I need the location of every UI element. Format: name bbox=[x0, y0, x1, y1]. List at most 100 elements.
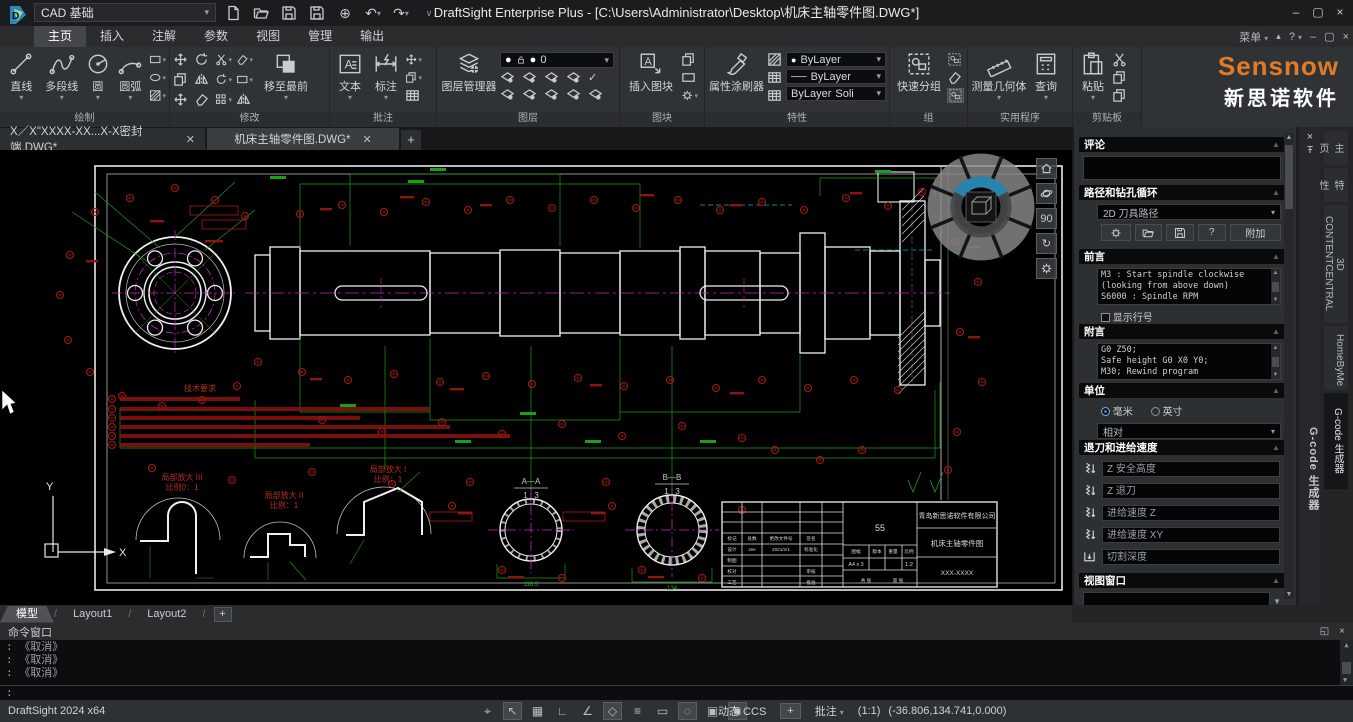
palette-tab-properties[interactable]: 特性 bbox=[1324, 168, 1348, 202]
table-tool-button[interactable] bbox=[405, 88, 422, 103]
open-file-button[interactable] bbox=[252, 4, 270, 22]
stretch-tool-button[interactable] bbox=[173, 52, 190, 67]
path-save-button[interactable] bbox=[1166, 224, 1194, 241]
property-painter-button[interactable]: 属性涂刷器 bbox=[708, 49, 765, 109]
minimize-button[interactable]: – bbox=[1285, 0, 1307, 26]
etrack-toggle-icon[interactable]: ≡ bbox=[628, 702, 647, 720]
insert-block-button[interactable]: 插入图块 bbox=[623, 49, 679, 109]
tab-parametric[interactable]: 参数 bbox=[190, 26, 242, 47]
feed-header[interactable]: 退刀和进给速度▲ bbox=[1079, 440, 1285, 455]
path-help-button[interactable]: ? bbox=[1198, 224, 1226, 241]
publish-button[interactable]: ⊕ bbox=[336, 4, 354, 22]
comments-input[interactable] bbox=[1083, 156, 1281, 180]
layer-thaw-button[interactable] bbox=[544, 87, 561, 102]
toolpath-dropdown[interactable]: 2D 刀具路径▾ bbox=[1097, 204, 1281, 220]
layer-show-button[interactable] bbox=[500, 87, 517, 102]
palette-tab-home[interactable]: 主页 bbox=[1324, 131, 1348, 165]
cut-button[interactable] bbox=[1112, 52, 1129, 67]
z-retract-input[interactable] bbox=[1102, 483, 1280, 499]
lineweight-combo[interactable]: ──ByLayer▾ bbox=[786, 69, 886, 84]
customize-toolbar-button[interactable]: ∨ bbox=[420, 4, 438, 22]
home-view-button[interactable] bbox=[1036, 158, 1057, 179]
layer-unlock-button[interactable] bbox=[566, 87, 583, 102]
polyline-tool-button[interactable]: 多段线▾ bbox=[42, 49, 82, 109]
coordinate-mode-dropdown[interactable]: 相对▾ bbox=[1097, 423, 1281, 439]
unit-inch-radio[interactable]: 英寸 bbox=[1151, 403, 1183, 418]
navigation-wheel[interactable] bbox=[930, 156, 1032, 258]
rotate-90-button[interactable]: 90 bbox=[1036, 208, 1057, 229]
postscript-textarea[interactable]: G0 Z50;Safe height G0 X0 Y0;M30; Rewind … bbox=[1097, 343, 1281, 380]
close-tab-icon[interactable]: ✕ bbox=[186, 133, 195, 146]
tab-annotate[interactable]: 注解 bbox=[138, 26, 190, 47]
define-block-button[interactable] bbox=[681, 52, 698, 67]
lineweight-icon[interactable] bbox=[767, 70, 784, 85]
bring-to-front-button[interactable]: 移至最前▾ bbox=[258, 49, 314, 109]
tab-insert[interactable]: 插入 bbox=[86, 26, 138, 47]
comments-header[interactable]: 评论▲ bbox=[1079, 137, 1285, 152]
unit-mm-radio[interactable]: 毫米 bbox=[1101, 403, 1133, 418]
grid-toggle-icon[interactable]: ▦ bbox=[528, 702, 547, 720]
palette-tab-homebyme[interactable]: HomeByMe bbox=[1324, 326, 1348, 390]
drawing-canvas[interactable]: 技术要求 局部放大 III 比例0：1 局部放大 II 比例：1 bbox=[0, 150, 1072, 605]
new-file-button[interactable] bbox=[224, 4, 242, 22]
hatch-tool-button[interactable]: ▾ bbox=[149, 88, 166, 103]
document-tab-2[interactable]: 机床主轴零件图.DWG*✕ bbox=[207, 128, 399, 150]
move-tool-button[interactable] bbox=[173, 92, 190, 107]
palette-tab-gcode[interactable]: G-code 生成器 bbox=[1324, 393, 1348, 489]
preamble-scrollbar[interactable]: ▲▼ bbox=[1271, 269, 1280, 304]
doc-restore-button[interactable]: ▢ bbox=[1324, 30, 1334, 43]
align-tool-button[interactable] bbox=[236, 92, 253, 107]
preamble-textarea[interactable]: M3 : Start spindle clockwise(looking fro… bbox=[1097, 268, 1281, 305]
layer-on-button[interactable]: ✓ bbox=[588, 70, 605, 85]
command-input[interactable]: : bbox=[0, 685, 1353, 700]
group-edit-button[interactable] bbox=[947, 70, 964, 85]
postscript-scrollbar[interactable]: ▲▼ bbox=[1271, 344, 1280, 379]
paste-button[interactable]: 粘贴▾ bbox=[1076, 49, 1110, 109]
path-open-button[interactable] bbox=[1135, 224, 1163, 241]
dynamic-ccs-button[interactable]: 动态 CCS bbox=[712, 702, 772, 720]
restore-button[interactable]: ▢ bbox=[1307, 0, 1329, 26]
layer-lock-button[interactable] bbox=[566, 70, 583, 85]
preamble-header[interactable]: 前言▲ bbox=[1079, 249, 1285, 264]
workspace-combo[interactable]: CAD 基础 ▾ bbox=[34, 3, 216, 22]
layer-combo[interactable]: ●● 0 ▾ bbox=[500, 52, 614, 68]
document-tab-1[interactable]: X／X"XXXX-XX...X-X密封端.DWG*✕ bbox=[0, 128, 205, 150]
rotate-view-button[interactable]: ↻ bbox=[1036, 233, 1057, 254]
leader-tool-button[interactable]: ▾ bbox=[405, 52, 422, 67]
command-float-icon[interactable]: ◱ bbox=[1320, 626, 1329, 637]
tab-view[interactable]: 视图 bbox=[242, 26, 294, 47]
linetype-icon[interactable] bbox=[767, 88, 784, 103]
linetype-combo[interactable]: ByLayerSoli▾ bbox=[786, 86, 886, 101]
layer-match-button[interactable] bbox=[588, 87, 605, 102]
polar-toggle-icon[interactable]: ∠ bbox=[578, 702, 597, 720]
lineweight-toggle-icon[interactable]: ▭ bbox=[653, 702, 672, 720]
ortho-toggle-icon[interactable]: ∟ bbox=[553, 702, 572, 720]
measure-geometry-button[interactable]: 测量几何体▾ bbox=[971, 49, 1027, 109]
new-sheet-button[interactable]: + bbox=[214, 607, 232, 622]
esnap-toggle-icon[interactable]: ◇ bbox=[603, 702, 622, 720]
layer-freeze-button[interactable] bbox=[544, 70, 561, 85]
collapse-ribbon-button[interactable]: ▴ bbox=[1276, 31, 1281, 42]
command-close-icon[interactable]: × bbox=[1339, 626, 1345, 637]
close-button[interactable]: × bbox=[1329, 0, 1351, 26]
circle-tool-button[interactable]: 圆▾ bbox=[84, 49, 112, 109]
redo-button[interactable]: ↷▾ bbox=[392, 4, 410, 22]
color-combo[interactable]: ●ByLayer▾ bbox=[786, 52, 886, 67]
mirror-tool-button[interactable] bbox=[194, 72, 211, 87]
select-toggle-icon[interactable]: ↖ bbox=[503, 702, 522, 720]
postscript-header[interactable]: 附言▲ bbox=[1079, 324, 1285, 339]
doc-minimize-button[interactable]: – bbox=[1310, 31, 1316, 43]
tab-manage[interactable]: 管理 bbox=[294, 26, 346, 47]
menu-dropdown[interactable]: 菜单 ▾ bbox=[1239, 29, 1268, 45]
dynamic-input-toggle-icon[interactable]: ◌ bbox=[678, 702, 697, 720]
orbit-view-button[interactable] bbox=[1036, 183, 1057, 204]
block-editor-button[interactable]: ▾ bbox=[681, 88, 698, 103]
save-as-button[interactable] bbox=[280, 4, 298, 22]
layer-unisolate-button[interactable] bbox=[522, 87, 539, 102]
z-safe-height-input[interactable] bbox=[1102, 461, 1280, 477]
attach-button[interactable]: 附加 bbox=[1230, 224, 1281, 241]
save-button[interactable] bbox=[308, 4, 326, 22]
close-tab-icon[interactable]: ✕ bbox=[363, 133, 372, 146]
units-header[interactable]: 单位▲ bbox=[1079, 383, 1285, 398]
layer-isolate-button[interactable] bbox=[522, 70, 539, 85]
